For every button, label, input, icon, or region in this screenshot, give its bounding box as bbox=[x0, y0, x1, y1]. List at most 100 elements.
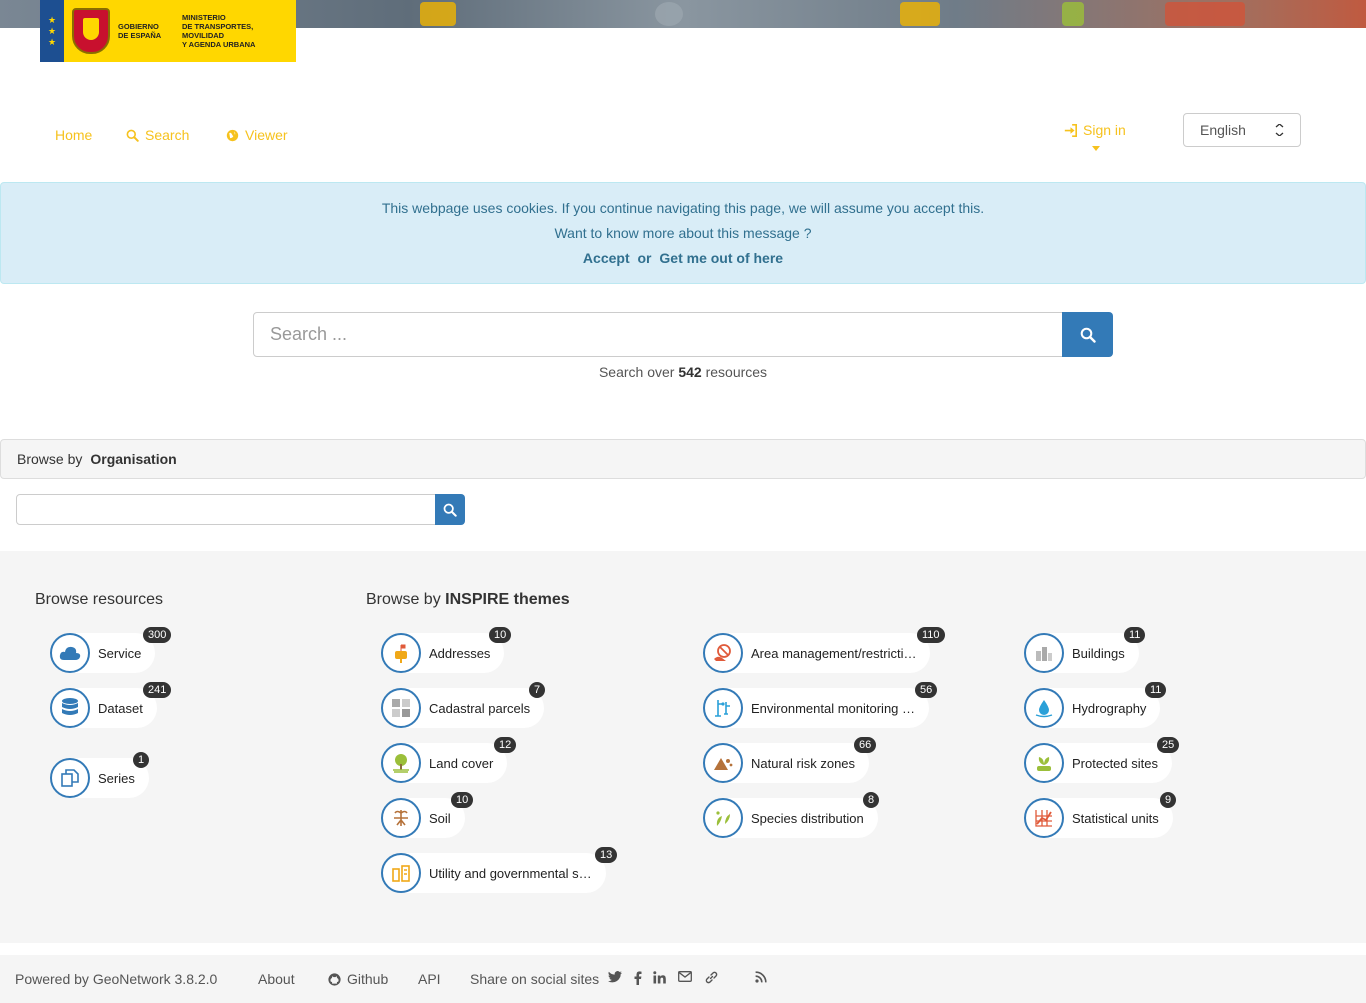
chip-label: Cadastral parcels bbox=[401, 688, 545, 728]
count-badge: 12 bbox=[494, 737, 517, 753]
email-icon[interactable] bbox=[678, 971, 692, 982]
theme-chip-hydrography[interactable]: Hydrography bbox=[1024, 688, 1161, 728]
theme-chip-land-cover[interactable]: Land cover bbox=[381, 743, 508, 783]
nav-home-label: Home bbox=[55, 127, 93, 143]
theme-chip-statistical-units[interactable]: Statistical units bbox=[1024, 798, 1173, 838]
count-badge: 1 bbox=[133, 752, 150, 768]
search-input[interactable]: Search ... bbox=[253, 312, 1063, 357]
cookie-message: This webpage uses cookies. If you contin… bbox=[381, 200, 985, 216]
cookie-leave-button[interactable]: Get me out of here bbox=[659, 250, 783, 266]
search-icon bbox=[126, 129, 139, 142]
buildings-icon bbox=[1024, 633, 1064, 673]
banner-decoration bbox=[420, 2, 456, 26]
banner-decoration bbox=[1165, 2, 1245, 26]
powered-by-link[interactable]: Powered by GeoNetwork 3.8.2.0 bbox=[15, 971, 217, 987]
count-badge: 8 bbox=[863, 792, 880, 808]
theme-chip-species-distribution[interactable]: Species distribution bbox=[703, 798, 878, 838]
theme-chip-protected-sites[interactable]: Protected sites bbox=[1024, 743, 1172, 783]
api-label: API bbox=[418, 971, 441, 987]
search-count: Search over 542 resources bbox=[0, 364, 1366, 380]
protected-icon bbox=[1024, 743, 1064, 783]
chart-grid-icon bbox=[1024, 798, 1064, 838]
government-logo[interactable]: ★ ★ ★ GOBIERNO DE ESPAÑA MINISTERIO DE TRANS… bbox=[40, 0, 296, 62]
facebook-icon[interactable] bbox=[634, 971, 642, 985]
coat-of-arms-icon bbox=[72, 8, 110, 54]
logo-text-ministry: MINISTERIO DE TRANSPORTES, MOVILIDAD Y AGE… bbox=[182, 13, 256, 49]
theme-chip-buildings[interactable]: Buildings bbox=[1024, 633, 1139, 673]
water-drop-icon bbox=[1024, 688, 1064, 728]
search-count-prefix: Search over bbox=[598, 364, 675, 380]
browse-org-prefix: Browse by bbox=[17, 451, 83, 467]
cookie-more-info-link[interactable]: Want to know more about this message ? bbox=[1, 221, 1365, 246]
cookie-actions: Accept or Get me out of here bbox=[1, 246, 1365, 271]
theme-chip-utility-services[interactable]: Utility and governmental s… bbox=[381, 853, 606, 893]
chip-label: Environmental monitoring … bbox=[723, 688, 930, 728]
theme-chip-cadastral-parcels[interactable]: Cadastral parcels bbox=[381, 688, 545, 728]
github-label: Github bbox=[347, 971, 389, 987]
browse-resources-title-text: Browse resources bbox=[35, 591, 164, 608]
utility-icon bbox=[381, 853, 421, 893]
twitter-icon[interactable] bbox=[608, 971, 622, 983]
nav-search-link[interactable]: Search bbox=[126, 127, 189, 143]
eu-flag-icon: ★ ★ ★ bbox=[40, 0, 64, 62]
chip-label: Natural risk zones bbox=[723, 743, 870, 783]
count-badge: 25 bbox=[1157, 737, 1180, 753]
tree-icon bbox=[381, 743, 421, 783]
nav-search-label: Search bbox=[145, 127, 190, 143]
api-link[interactable]: API bbox=[418, 971, 441, 987]
series-icon bbox=[50, 758, 90, 798]
organisation-filter-input[interactable] bbox=[16, 494, 436, 525]
chevron-down-icon bbox=[1275, 124, 1284, 136]
rss-icon[interactable] bbox=[755, 971, 767, 983]
plant-roots-icon bbox=[381, 798, 421, 838]
search-icon bbox=[443, 503, 457, 517]
theme-chip-area-management[interactable]: Area management/restricti… bbox=[703, 633, 931, 673]
parcels-icon bbox=[381, 688, 421, 728]
theme-chip-addresses[interactable]: Addresses bbox=[381, 633, 505, 673]
language-selected: English bbox=[1200, 122, 1246, 138]
count-badge: 11 bbox=[1124, 627, 1146, 643]
banner-decoration bbox=[900, 2, 940, 26]
sign-in-label: Sign in bbox=[1083, 122, 1126, 138]
powered-by-text: Powered by GeoNetwork 3.8.2.0 bbox=[15, 971, 218, 987]
language-select[interactable]: English bbox=[1183, 113, 1301, 147]
cloud-icon bbox=[50, 633, 90, 673]
footer: Powered by GeoNetwork 3.8.2.0 About Gith… bbox=[0, 955, 1366, 1003]
link-icon[interactable] bbox=[705, 971, 718, 984]
nav-home-link[interactable]: Home bbox=[55, 127, 92, 143]
resource-chip-dataset[interactable]: Dataset bbox=[50, 688, 157, 728]
search-button[interactable] bbox=[1062, 312, 1113, 357]
cookie-alert: This webpage uses cookies. If you contin… bbox=[0, 182, 1366, 284]
browse-themes-title: Browse by INSPIRE themes bbox=[366, 591, 570, 609]
caret-down-icon[interactable] bbox=[1092, 146, 1100, 151]
count-badge: 11 bbox=[1145, 682, 1167, 698]
browse-resources-title: Browse resources bbox=[35, 591, 163, 609]
sign-in-link[interactable]: Sign in bbox=[1064, 122, 1126, 138]
about-link[interactable]: About bbox=[258, 971, 295, 987]
chip-label: Species distribution bbox=[723, 798, 878, 838]
about-label: About bbox=[258, 971, 295, 987]
monitoring-icon bbox=[703, 688, 743, 728]
sign-in-icon bbox=[1064, 123, 1077, 137]
github-icon bbox=[328, 972, 341, 986]
database-icon bbox=[50, 688, 90, 728]
browse-themes-bold: INSPIRE themes bbox=[445, 591, 570, 608]
theme-chip-natural-risk-zones[interactable]: Natural risk zones bbox=[703, 743, 870, 783]
browse-org-value[interactable]: Organisation bbox=[90, 451, 176, 467]
banner-decoration bbox=[655, 2, 683, 26]
resource-chip-service[interactable]: Service bbox=[50, 633, 156, 673]
count-badge: 300 bbox=[143, 627, 172, 643]
count-badge: 10 bbox=[489, 627, 512, 643]
mountain-icon bbox=[703, 743, 743, 783]
count-badge: 241 bbox=[143, 682, 172, 698]
browse-themes-prefix: Browse by bbox=[366, 591, 441, 608]
cookie-accept-button[interactable]: Accept bbox=[583, 250, 630, 266]
linkedin-icon[interactable] bbox=[653, 971, 666, 984]
share-label: Share on social sites bbox=[470, 971, 599, 987]
theme-chip-environmental-monitoring[interactable]: Environmental monitoring … bbox=[703, 688, 930, 728]
chip-label: Utility and governmental s… bbox=[401, 853, 606, 893]
nav-viewer-link[interactable]: Viewer bbox=[226, 127, 288, 143]
count-badge: 10 bbox=[451, 792, 474, 808]
organisation-search-button[interactable] bbox=[435, 494, 465, 525]
github-link[interactable]: Github bbox=[328, 971, 388, 987]
